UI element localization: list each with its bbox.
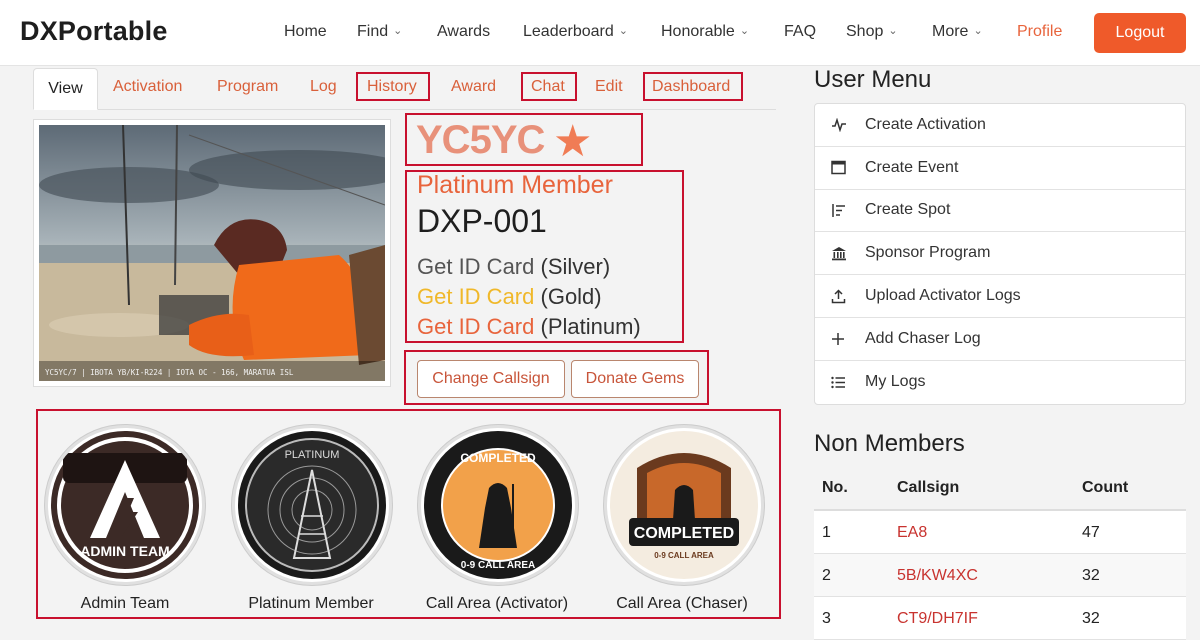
column-header-no: No.: [822, 479, 848, 496]
nav-home[interactable]: Home: [284, 23, 327, 41]
admin-team-badge-art: ADMIN TEAM: [51, 431, 199, 579]
row-number: 3: [822, 610, 831, 627]
user-menu-title: User Menu: [814, 66, 932, 93]
tab-program[interactable]: Program: [217, 78, 278, 96]
tab-award[interactable]: Award: [451, 78, 496, 96]
nav-honorable-label: Honorable: [661, 23, 735, 40]
column-header-callsign: Callsign: [897, 479, 960, 496]
call-area-activator-badge-art: COMPLETED 0-9 CALL AREA: [424, 431, 572, 579]
badge-art-text: COMPLETED: [460, 451, 536, 465]
badge-art-subtext: 0-9 CALL AREA: [461, 560, 535, 571]
row-count: 47: [1082, 524, 1100, 541]
menu-sponsor-program[interactable]: Sponsor Program: [815, 232, 1185, 276]
highlight-box-callsign: [405, 113, 643, 166]
top-navbar: DXPortable Home Find ⌄ Awards Leaderboard…: [0, 0, 1200, 66]
badge-admin-team[interactable]: ADMIN TEAM: [45, 425, 205, 585]
non-members-title: Non Members: [814, 430, 965, 457]
callsign-link[interactable]: 5B/KW4XC: [897, 567, 978, 585]
tab-log[interactable]: Log: [310, 78, 337, 96]
non-members-table: No. Callsign Count 1 EA8 47 2 5B/KW4XC 3…: [814, 466, 1186, 640]
highlight-box-actions: [404, 350, 709, 405]
row-count: 32: [1082, 610, 1100, 627]
chevron-down-icon: ⌄: [888, 25, 898, 37]
callsign-link[interactable]: EA8: [897, 524, 927, 542]
profile-photo: YC5YC/7 | IBOTA YB/KI-R224 | IOTA OC - 1…: [39, 125, 385, 381]
badge-art-subtext: 0-9 CALL AREA: [654, 551, 714, 560]
menu-add-chaser-log[interactable]: Add Chaser Log: [815, 318, 1185, 361]
nav-find[interactable]: Find ⌄: [357, 23, 402, 41]
menu-item-label: Create Event: [865, 158, 959, 176]
nav-find-label: Find: [357, 23, 389, 40]
menu-upload-activator-logs[interactable]: Upload Activator Logs: [815, 275, 1185, 318]
menu-item-label: Add Chaser Log: [865, 329, 981, 347]
menu-item-label: Create Activation: [865, 115, 986, 133]
calendar-icon: [831, 160, 865, 175]
photo-caption: YC5YC/7 | IBOTA YB/KI-R224 | IOTA OC - 1…: [45, 368, 294, 377]
profile-photo-card: YC5YC/7 | IBOTA YB/KI-R224 | IOTA OC - 1…: [33, 119, 391, 387]
nav-leaderboard-label: Leaderboard: [523, 23, 614, 40]
chevron-down-icon: ⌄: [973, 25, 983, 37]
nav-more-label: More: [932, 23, 969, 40]
tab-view[interactable]: View: [33, 68, 98, 110]
logout-button[interactable]: Logout: [1094, 13, 1186, 53]
upload-icon: [831, 289, 865, 304]
plus-icon: [831, 332, 865, 346]
column-header-count: Count: [1082, 479, 1129, 496]
row-count: 32: [1082, 567, 1100, 584]
table-row: 3 CT9/DH7IF 32: [814, 597, 1186, 640]
brand-logo[interactable]: DXPortable: [20, 16, 168, 47]
row-number: 1: [822, 524, 831, 541]
badge-art-text: ADMIN TEAM: [80, 543, 169, 559]
chevron-down-icon: ⌄: [739, 25, 750, 37]
call-area-chaser-badge-art: COMPLETED 0-9 CALL AREA: [610, 431, 758, 579]
menu-item-label: Sponsor Program: [865, 244, 991, 262]
menu-my-logs[interactable]: My Logs: [815, 361, 1185, 404]
highlight-box-dashboard: [643, 72, 743, 101]
nav-shop[interactable]: Shop ⌄: [846, 23, 898, 41]
callsign-link[interactable]: CT9/DH7IF: [897, 610, 978, 628]
platinum-badge-art: PLATINUM: [238, 431, 386, 579]
nav-more[interactable]: More ⌄: [932, 23, 983, 41]
tab-activation[interactable]: Activation: [113, 78, 182, 96]
menu-create-spot[interactable]: Create Spot: [815, 190, 1185, 233]
menu-item-label: Upload Activator Logs: [865, 287, 1021, 305]
highlight-box-chat: [521, 72, 577, 101]
user-menu: Create Activation Create Event Create Sp…: [814, 103, 1186, 405]
row-number: 2: [822, 567, 831, 584]
highlight-box-history: [356, 72, 430, 101]
list-icon: [831, 376, 865, 389]
nav-leaderboard[interactable]: Leaderboard ⌄: [523, 23, 628, 41]
nav-honorable[interactable]: Honorable ⌄: [661, 23, 749, 41]
tab-edit[interactable]: Edit: [595, 78, 623, 96]
list-filter-icon: [831, 203, 865, 218]
table-row: 2 5B/KW4XC 32: [814, 554, 1186, 597]
nav-profile[interactable]: Profile: [1017, 23, 1062, 41]
nav-faq[interactable]: FAQ: [784, 23, 816, 41]
menu-create-event[interactable]: Create Event: [815, 147, 1185, 190]
chevron-down-icon: ⌄: [393, 25, 403, 37]
badge-call-area-activator[interactable]: COMPLETED 0-9 CALL AREA: [418, 425, 578, 585]
activity-icon: [831, 117, 865, 132]
highlight-box-membership: [405, 170, 684, 343]
badge-call-area-chaser[interactable]: COMPLETED 0-9 CALL AREA: [604, 425, 764, 585]
menu-item-label: Create Spot: [865, 201, 951, 219]
beach-photo-illustration: YC5YC/7 | IBOTA YB/KI-R224 | IOTA OC - 1…: [39, 125, 385, 381]
badge-art-text: PLATINUM: [285, 449, 340, 461]
menu-item-label: My Logs: [865, 373, 926, 391]
badge-label: Platinum Member: [248, 595, 374, 612]
badge-label: Call Area (Activator): [425, 595, 569, 612]
nav-awards[interactable]: Awards: [437, 23, 490, 41]
badge-label: Admin Team: [80, 595, 170, 612]
table-row: 1 EA8 47: [814, 511, 1186, 554]
badge-platinum-member[interactable]: PLATINUM: [232, 425, 392, 585]
badge-art-text: COMPLETED: [634, 525, 734, 542]
bank-icon: [831, 246, 865, 261]
menu-create-activation[interactable]: Create Activation: [815, 104, 1185, 147]
chevron-down-icon: ⌄: [618, 25, 628, 37]
table-header-row: No. Callsign Count: [814, 466, 1186, 511]
nav-shop-label: Shop: [846, 23, 884, 40]
badge-label: Call Area (Chaser): [616, 595, 748, 612]
